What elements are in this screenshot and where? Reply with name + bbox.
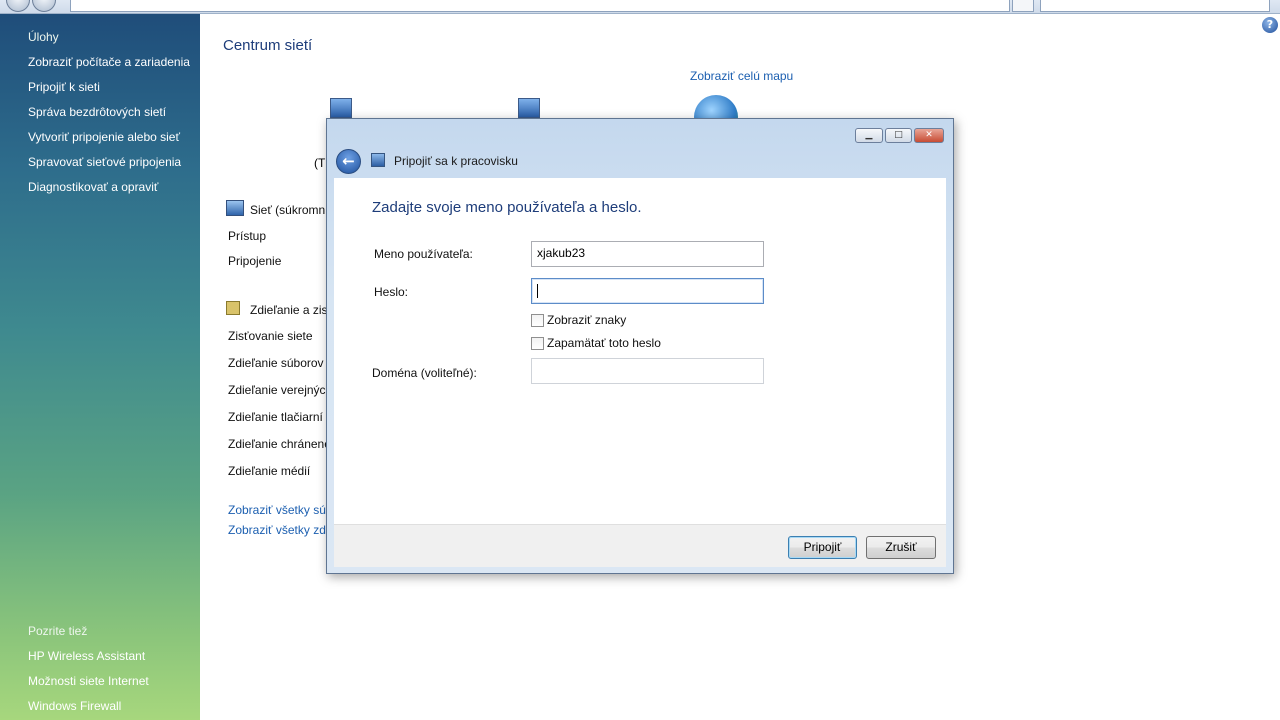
show-all-shares-link[interactable]: Zobraziť všetky zdi — [228, 523, 329, 537]
address-input[interactable] — [70, 0, 1010, 12]
sharing-row: Zisťovanie siete — [228, 329, 313, 343]
view-full-map-link[interactable]: Zobraziť celú mapu — [690, 69, 793, 83]
show-characters-label[interactable]: Zobraziť znaky — [547, 313, 626, 327]
network-icon — [518, 98, 540, 118]
sharing-row: Zdieľanie verejných — [228, 383, 333, 397]
dialog-footer: Pripojiť Zrušiť — [334, 524, 946, 567]
back-arrow-icon[interactable]: ← — [336, 149, 361, 174]
maximize-button[interactable]: □ — [885, 128, 912, 143]
network-row-connection: Pripojenie — [228, 254, 282, 268]
network-name-fragment: (T — [314, 156, 326, 170]
sidebar-item-view-computers[interactable]: Zobraziť počítače a zariadenia — [28, 55, 190, 69]
sharing-row: Zdieľanie súborov — [228, 356, 324, 370]
see-also-header: Pozrite tiež — [28, 624, 88, 638]
sidebar-item-internet-options[interactable]: Možnosti siete Internet — [28, 674, 149, 688]
sharing-row: Zdieľanie chránene — [228, 437, 331, 451]
sidebar-item-diagnose-repair[interactable]: Diagnostikovať a opraviť — [28, 180, 158, 194]
close-button[interactable]: ✕ — [914, 128, 944, 143]
network-row-access: Prístup — [228, 229, 267, 243]
connect-button[interactable]: Pripojiť — [788, 536, 857, 559]
help-icon[interactable]: ? — [1262, 17, 1278, 33]
show-characters-checkbox[interactable] — [531, 314, 544, 327]
username-label: Meno používateľa: — [374, 247, 473, 261]
sidebar-item-connect-network[interactable]: Pripojiť k sieti — [28, 80, 100, 94]
dialog-instruction: Zadajte svoje meno používateľa a heslo. — [372, 199, 642, 216]
sharing-icon — [226, 301, 240, 315]
workplace-connection-icon — [371, 153, 385, 167]
text-caret — [537, 283, 538, 298]
sidebar-item-manage-connections[interactable]: Spravovať sieťové pripojenia — [28, 155, 181, 169]
remember-password-checkbox[interactable] — [531, 337, 544, 350]
cancel-button[interactable]: Zrušiť — [866, 536, 936, 559]
sharing-row: Zdieľanie tlačiarní — [228, 410, 323, 424]
remember-password-label[interactable]: Zapamätať toto heslo — [547, 336, 661, 350]
address-dropdown-button[interactable] — [1012, 0, 1034, 12]
address-bar-strip — [0, 0, 1280, 14]
sidebar-item-hp-wireless[interactable]: HP Wireless Assistant — [28, 649, 145, 663]
sidebar-item-windows-firewall[interactable]: Windows Firewall — [28, 699, 121, 713]
show-all-files-link[interactable]: Zobraziť všetky súb — [228, 503, 333, 517]
dialog-content: Zadajte svoje meno používateľa a heslo. … — [334, 178, 946, 524]
domain-label: Doména (voliteľné): — [372, 366, 477, 380]
sharing-row: Zdieľanie médií — [228, 464, 311, 478]
computer-icon — [330, 98, 352, 118]
sharing-header: Zdieľanie a zis — [250, 303, 328, 317]
sidebar-item-manage-wireless[interactable]: Správa bezdrôtových sietí — [28, 105, 166, 119]
page-title: Centrum sietí — [223, 37, 313, 54]
connect-workplace-dialog: ▁ □ ✕ ← Pripojiť sa k pracovisku Zadajte… — [326, 118, 954, 574]
password-field[interactable] — [531, 278, 764, 304]
username-field[interactable]: xjakub23 — [531, 241, 764, 267]
network-small-icon — [226, 200, 244, 216]
network-label: Sieť (súkromn — [250, 203, 326, 217]
dialog-title: Pripojiť sa k pracovisku — [394, 154, 518, 168]
minimize-button[interactable]: ▁ — [855, 128, 883, 143]
search-input[interactable] — [1040, 0, 1270, 12]
task-pane — [0, 14, 200, 720]
password-label: Heslo: — [374, 285, 409, 299]
sidebar-item-create-connection[interactable]: Vytvoriť pripojenie alebo sieť — [28, 130, 180, 144]
tasks-header: Úlohy — [28, 30, 59, 44]
domain-field[interactable] — [531, 358, 764, 384]
back-nav-button[interactable] — [6, 0, 30, 12]
forward-nav-button[interactable] — [32, 0, 56, 12]
